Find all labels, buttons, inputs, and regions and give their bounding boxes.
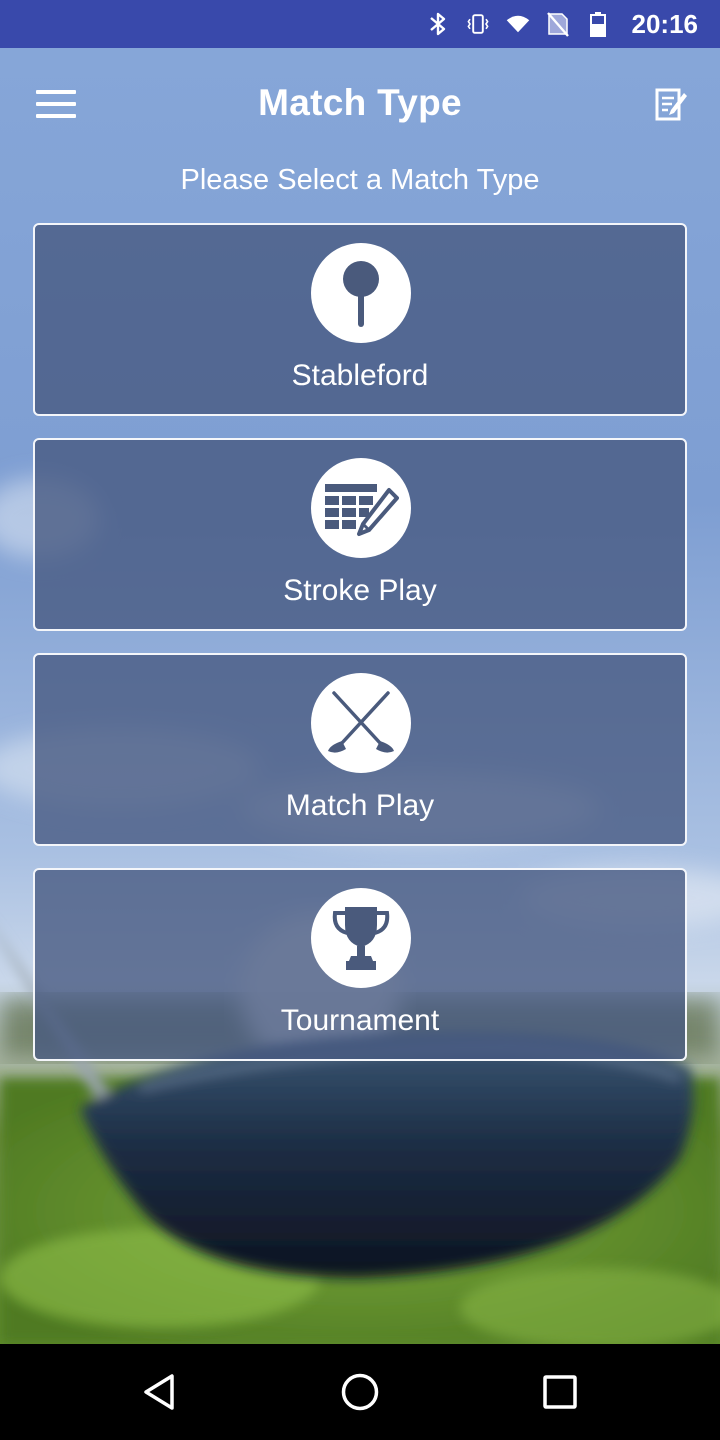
scorecard-pencil-icon <box>311 458 411 558</box>
stroke-play-button[interactable]: Stroke Play <box>33 438 687 631</box>
clock: 20:16 <box>631 8 699 39</box>
status-bar: 20:16 <box>0 0 720 48</box>
stroke-play-label: Stroke Play <box>283 574 437 607</box>
stableford-button[interactable]: Stableford <box>33 223 687 416</box>
instruction-text: Please Select a Match Type <box>180 164 540 196</box>
trophy-icon <box>311 888 411 988</box>
stableford-label: Stableford <box>291 359 429 392</box>
match-play-label: Match Play <box>285 789 435 822</box>
toolbar: Match Type <box>0 48 720 164</box>
vibrate-icon <box>466 12 490 36</box>
home-icon[interactable] <box>336 1368 384 1416</box>
bluetooth-icon <box>426 12 450 36</box>
tournament-label: Tournament <box>280 1004 440 1037</box>
navigation-bar <box>0 1344 720 1440</box>
page-title: Match Type <box>258 82 462 123</box>
crossed-clubs-icon <box>311 673 411 773</box>
match-play-button[interactable]: Match Play <box>33 653 687 846</box>
tournament-button[interactable]: Tournament <box>33 868 687 1061</box>
recents-icon[interactable] <box>536 1368 584 1416</box>
no-sim-icon <box>546 12 570 37</box>
battery-icon <box>586 12 610 37</box>
back-icon[interactable] <box>136 1368 184 1416</box>
app-screen: Match Type Please Select a Match Type St… <box>0 48 720 1344</box>
golf-tee-icon <box>311 243 411 343</box>
notes-edit-icon[interactable] <box>648 82 694 128</box>
wifi-icon <box>506 12 530 36</box>
